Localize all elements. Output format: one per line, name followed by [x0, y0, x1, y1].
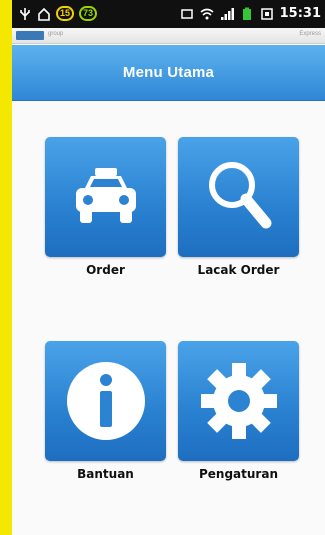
status-system: 15:31: [180, 6, 321, 21]
page-title: Menu Utama: [122, 64, 215, 81]
pengaturan-button[interactable]: [178, 341, 299, 461]
home-icon: [38, 7, 50, 21]
search-icon: [208, 162, 271, 229]
brand-left-text: group: [48, 31, 64, 37]
lacak-order-label: Lacak Order: [197, 263, 280, 277]
alarm-icon: [260, 7, 273, 20]
menu-tile-bantuan[interactable]: Bantuan: [45, 341, 166, 481]
app-screen: 15 73 15:31 group Express Menu Utama Ord…: [12, 0, 325, 535]
status-bar: 15 73 15:31: [12, 0, 325, 28]
menu-tile-order[interactable]: Order: [45, 137, 166, 277]
car-icon: [75, 168, 136, 223]
bantuan-button[interactable]: [45, 341, 166, 461]
title-bar: Menu Utama: [12, 45, 325, 101]
menu-tile-lacak-order[interactable]: Lacak Order: [178, 137, 299, 277]
order-button[interactable]: [45, 137, 166, 257]
battery-icon: [242, 7, 251, 20]
brand-logo: [16, 31, 44, 40]
screen-icon: [180, 8, 193, 19]
brand-right-text: Express: [299, 31, 321, 37]
notification-badge: 15: [56, 6, 75, 21]
info-icon: [66, 362, 145, 440]
wifi-icon: [200, 8, 214, 19]
status-time: 15:31: [279, 6, 321, 21]
menu-tile-pengaturan[interactable]: Pengaturan: [178, 341, 299, 481]
bantuan-label: Bantuan: [77, 467, 134, 481]
status-notifications: 15 73: [18, 6, 98, 21]
lacak-order-button[interactable]: [178, 137, 299, 257]
usb-icon: [20, 7, 30, 20]
order-label: Order: [86, 263, 125, 277]
gear-icon: [200, 363, 277, 439]
pengaturan-label: Pengaturan: [198, 467, 278, 481]
signal-icon: [220, 7, 234, 20]
notification-badge: 73: [79, 6, 98, 21]
brand-strip: group Express: [12, 28, 325, 44]
